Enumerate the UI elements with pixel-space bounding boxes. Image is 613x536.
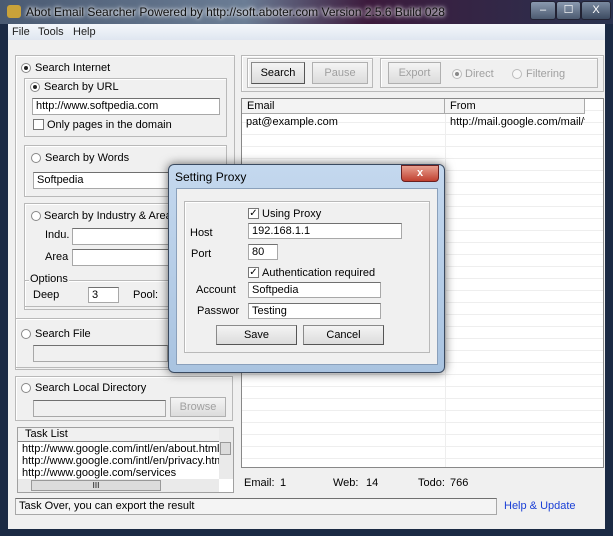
search-by-url-radio[interactable] xyxy=(30,82,40,92)
menu-file[interactable]: File xyxy=(12,26,30,38)
todo-count: 766 xyxy=(450,477,469,489)
search-by-words-label: Search by Words xyxy=(45,152,130,164)
deep-label: Deep xyxy=(33,289,60,301)
save-button[interactable]: Save xyxy=(216,325,297,345)
using-proxy-checkbox[interactable]: ✓ xyxy=(248,208,259,219)
status-bar: Task Over, you can export the result xyxy=(15,498,497,515)
area-input[interactable] xyxy=(72,249,172,266)
search-file-label: Search File xyxy=(35,328,91,340)
pool-label: Pool: xyxy=(133,289,159,301)
search-by-industry-radio[interactable] xyxy=(31,211,41,221)
url-input[interactable]: http://www.softpedia.com xyxy=(32,98,220,115)
direct-radio[interactable] xyxy=(452,69,462,79)
search-button[interactable]: Search xyxy=(251,62,305,84)
window-title: Abot Email Searcher Powered by http://so… xyxy=(26,5,445,19)
column-header-email[interactable]: Email xyxy=(242,99,445,114)
search-local-radio[interactable] xyxy=(21,383,31,393)
search-internet-label: Search Internet xyxy=(35,62,111,74)
dialog-close-button[interactable]: x xyxy=(401,165,439,182)
account-input[interactable]: Softpedia xyxy=(248,282,381,298)
task-list-item[interactable]: http://www.google.com/services xyxy=(22,467,176,479)
hscroll-grip[interactable]: III xyxy=(31,480,161,491)
port-input[interactable]: 80 xyxy=(248,244,278,260)
filtering-radio[interactable] xyxy=(512,69,522,79)
directory-input[interactable] xyxy=(33,400,166,417)
search-file-radio[interactable] xyxy=(21,329,31,339)
search-by-words-radio[interactable] xyxy=(31,153,41,163)
host-input[interactable]: 192.168.1.1 xyxy=(248,223,402,239)
auth-required-label: Authentication required xyxy=(262,267,376,279)
browse-button[interactable]: Browse xyxy=(170,397,226,417)
task-list-item[interactable]: http://www.google.com/intl/en/about.html xyxy=(22,443,220,455)
indu-label: Indu. xyxy=(45,229,70,241)
search-internet-radio[interactable] xyxy=(21,63,31,73)
email-count-label: Email: xyxy=(244,477,275,489)
direct-label: Direct xyxy=(465,68,494,80)
dialog-title: Setting Proxy xyxy=(175,170,247,184)
task-list-item[interactable]: http://www.google.com/intl/en/privacy.ht… xyxy=(22,455,226,467)
app-icon xyxy=(7,5,21,18)
port-label: Port xyxy=(191,248,212,260)
task-list-hscroll[interactable]: III xyxy=(18,479,219,492)
search-local-label: Search Local Directory xyxy=(35,382,147,394)
file-input[interactable] xyxy=(33,345,168,362)
web-count: 14 xyxy=(366,477,379,489)
task-list-vscroll[interactable] xyxy=(219,428,233,479)
pause-button[interactable]: Pause xyxy=(312,62,368,84)
search-by-industry-label: Search by Industry & Area xyxy=(44,210,172,222)
web-count-label: Web: xyxy=(333,477,359,489)
result-email[interactable]: pat@example.com xyxy=(246,116,338,128)
using-proxy-label: Using Proxy xyxy=(262,208,322,220)
export-button[interactable]: Export xyxy=(388,62,441,84)
only-domain-label: Only pages in the domain xyxy=(47,119,172,131)
column-header-from[interactable]: From xyxy=(445,99,585,114)
menu-help[interactable]: Help xyxy=(73,26,96,38)
setting-proxy-dialog: Setting Proxy x ✓ Using Proxy Host 192.1… xyxy=(168,164,445,373)
password-label: Passwor xyxy=(197,305,240,317)
account-label: Account xyxy=(196,284,236,296)
email-count: 1 xyxy=(280,477,287,489)
cancel-button[interactable]: Cancel xyxy=(303,325,384,345)
todo-count-label: Todo: xyxy=(418,477,445,489)
only-domain-checkbox[interactable] xyxy=(33,119,44,130)
close-button[interactable]: X xyxy=(581,1,611,20)
area-label: Area xyxy=(45,251,69,263)
task-list-header[interactable]: Task List xyxy=(18,428,219,442)
words-combo[interactable]: Softpedia xyxy=(33,172,173,189)
host-label: Host xyxy=(190,227,213,239)
menu-tools[interactable]: Tools xyxy=(38,26,64,38)
maximize-button[interactable]: ☐ xyxy=(556,1,581,20)
search-by-url-label: Search by URL xyxy=(44,81,119,93)
password-input[interactable]: Testing xyxy=(248,303,381,319)
help-update-link[interactable]: Help & Update xyxy=(504,500,576,512)
result-from[interactable]: http://mail.google.com/mail/?hl... xyxy=(450,116,585,128)
auth-required-checkbox[interactable]: ✓ xyxy=(248,267,259,278)
indu-input[interactable] xyxy=(72,228,172,245)
deep-input[interactable]: 3 xyxy=(88,287,119,303)
filtering-label: Filtering xyxy=(526,68,566,80)
options-label: Options xyxy=(29,273,69,285)
minimize-button[interactable]: ‒ xyxy=(530,1,556,20)
menu-bar xyxy=(8,24,605,40)
